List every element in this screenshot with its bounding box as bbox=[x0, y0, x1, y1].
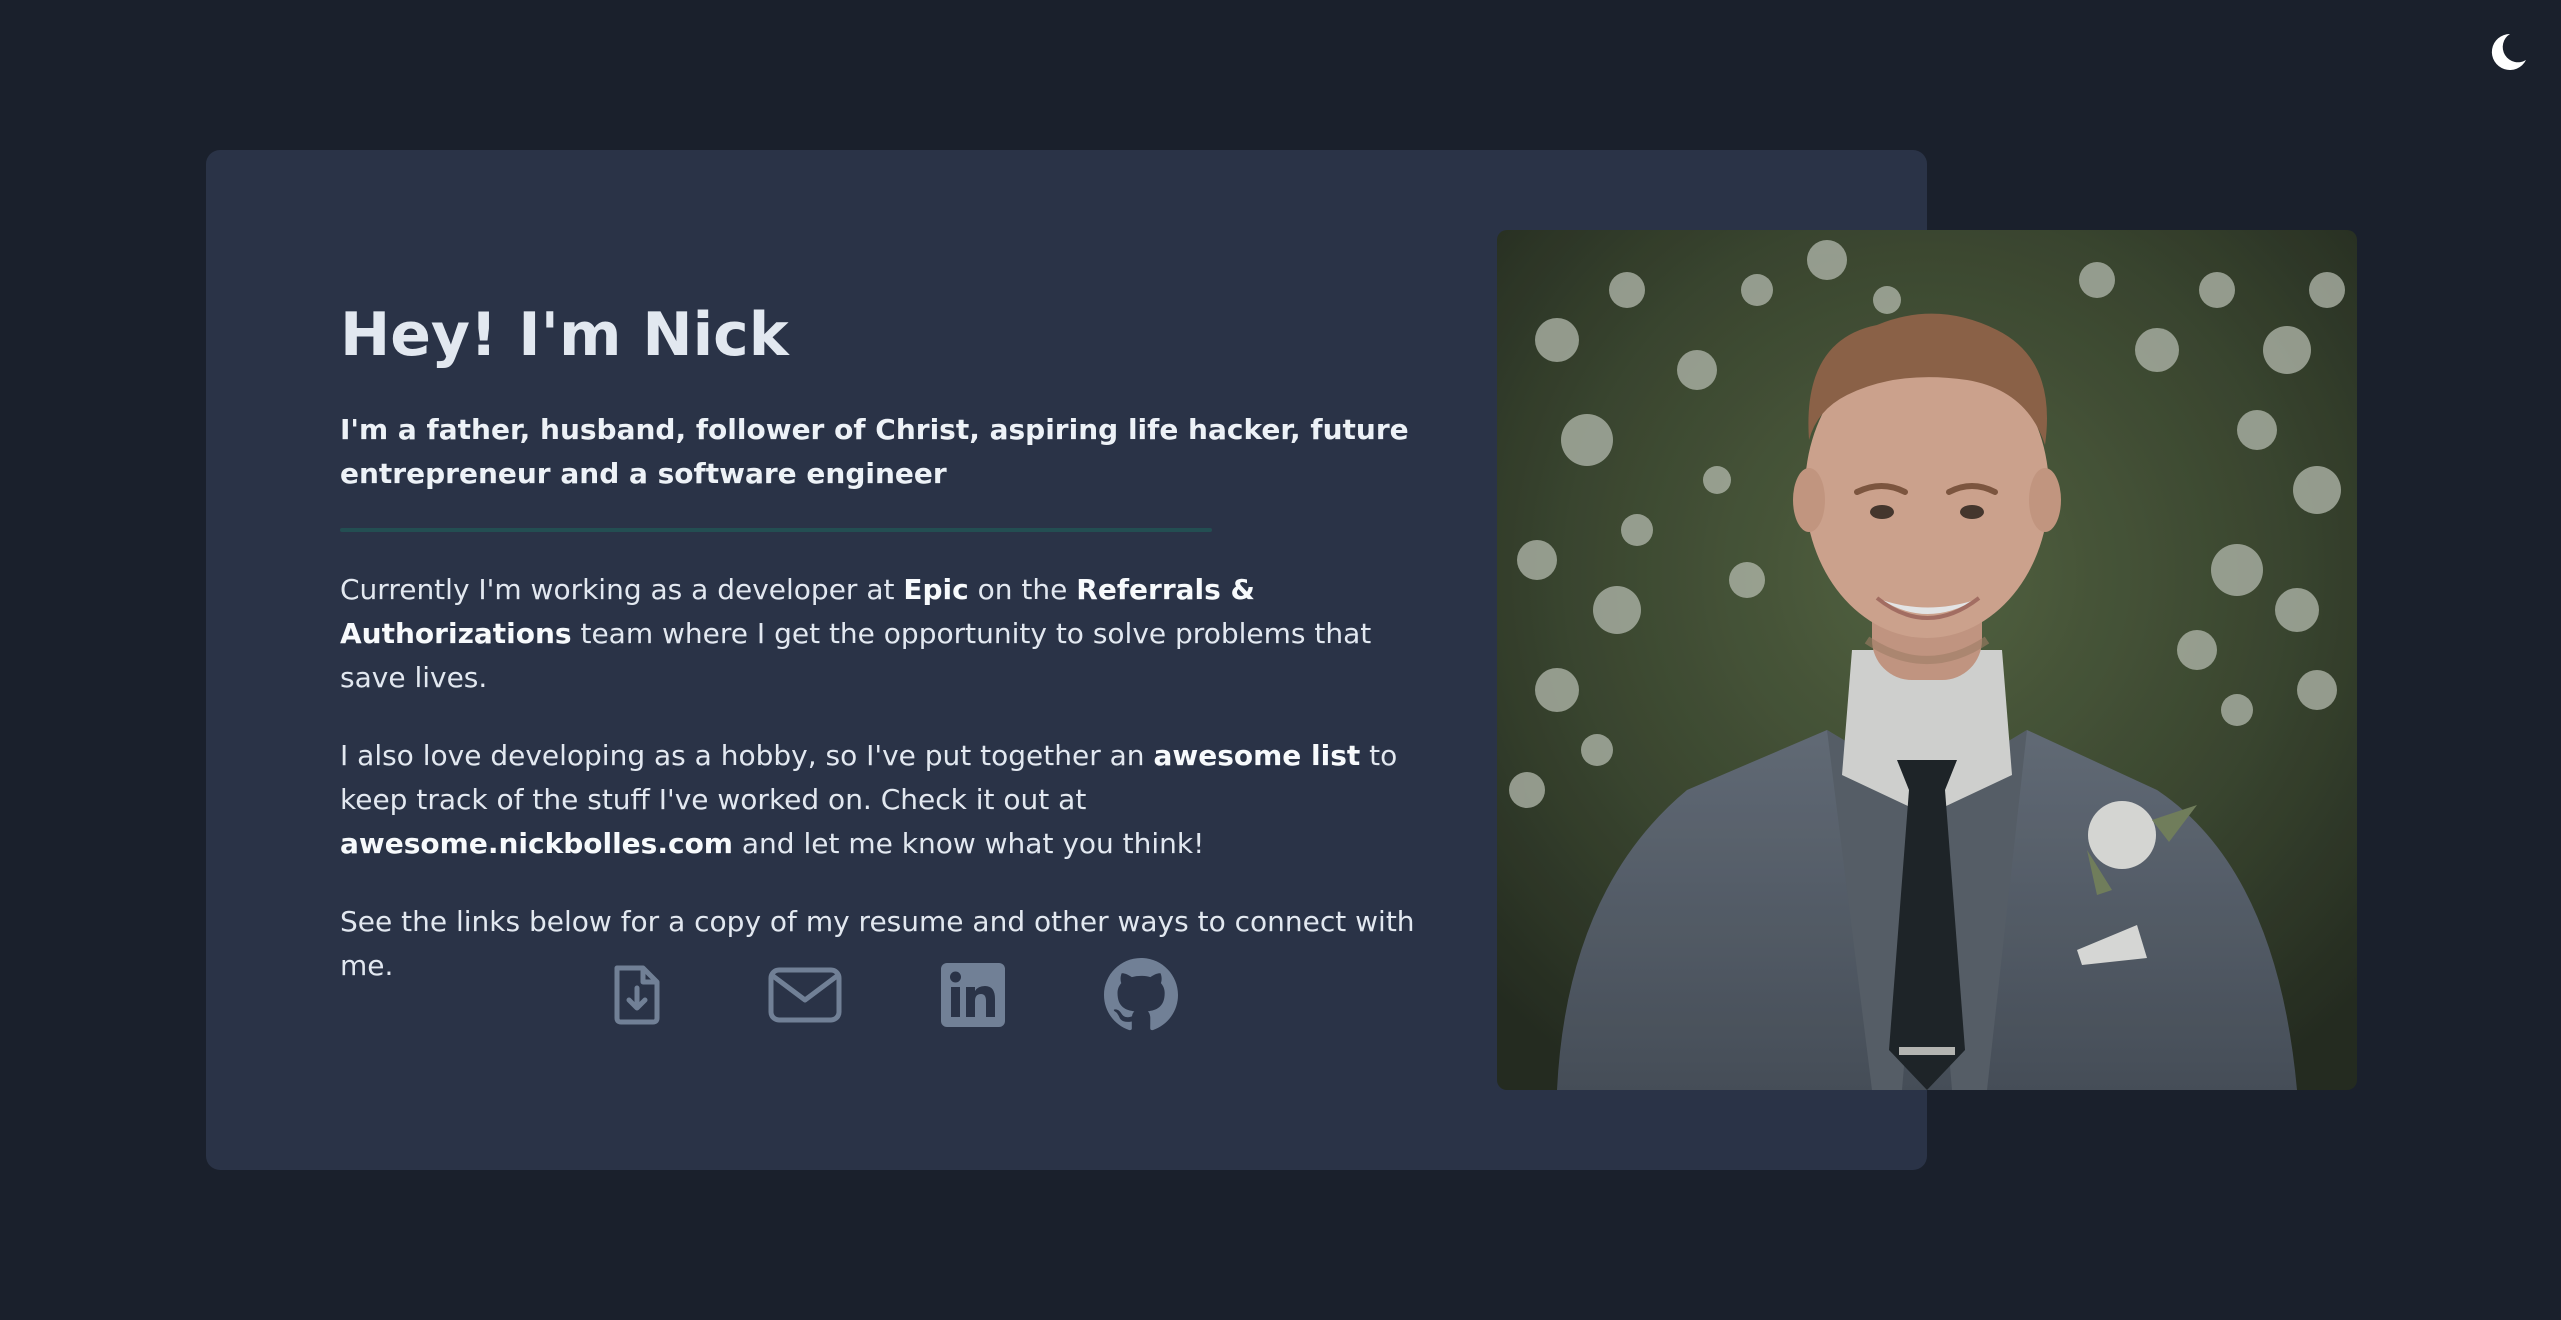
intro-content: Hey! I'm Nick I'm a father, husband, fol… bbox=[340, 290, 1425, 988]
resume-download-link[interactable] bbox=[600, 958, 674, 1032]
github-link[interactable] bbox=[1104, 958, 1178, 1032]
hobby-text-1: I also love developing as a hobby, so I'… bbox=[340, 739, 1154, 772]
awesome-list-link[interactable]: awesome list bbox=[1153, 739, 1360, 772]
hobby-paragraph: I also love developing as a hobby, so I'… bbox=[340, 734, 1425, 866]
moon-icon bbox=[2491, 33, 2526, 70]
profile-photo bbox=[1497, 230, 2357, 1090]
email-link[interactable] bbox=[768, 958, 842, 1032]
social-links bbox=[600, 958, 1180, 1032]
linkedin-link[interactable] bbox=[936, 958, 1010, 1032]
divider bbox=[340, 528, 1212, 532]
page-title: Hey! I'm Nick bbox=[340, 300, 789, 370]
hobby-text-3: and let me know what you think! bbox=[732, 827, 1205, 860]
tagline: I'm a father, husband, follower of Chris… bbox=[340, 413, 1409, 490]
linkedin-icon bbox=[941, 963, 1005, 1027]
resume-download-icon bbox=[614, 965, 660, 1025]
page: Hey! I'm Nick I'm a father, husband, fol… bbox=[0, 0, 2561, 1320]
work-text-1: Currently I'm working as a developer at bbox=[340, 573, 904, 606]
profile-photo-illustration bbox=[1497, 230, 2357, 1090]
github-icon bbox=[1104, 958, 1178, 1031]
email-icon bbox=[768, 967, 842, 1023]
awesome-site-link[interactable]: awesome.nickbolles.com bbox=[340, 827, 733, 860]
work-text-2: on the bbox=[968, 573, 1077, 606]
work-paragraph: Currently I'm working as a developer at … bbox=[340, 568, 1425, 700]
employer-name: Epic bbox=[903, 573, 969, 606]
dark-mode-toggle[interactable] bbox=[2486, 30, 2530, 74]
